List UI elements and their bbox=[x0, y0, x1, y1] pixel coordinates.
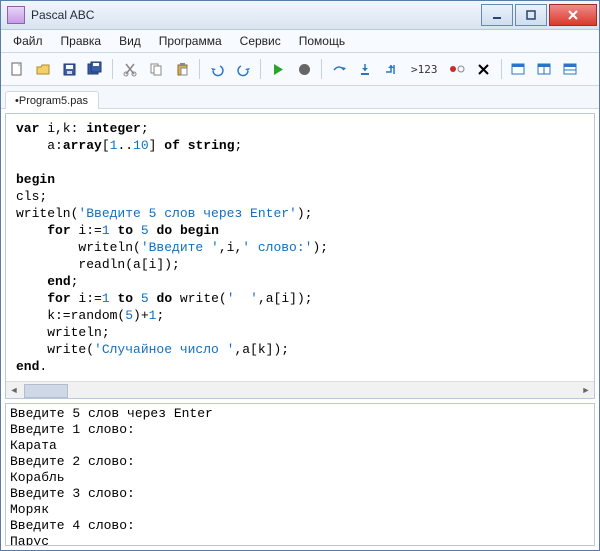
cut-button[interactable] bbox=[118, 57, 142, 81]
menu-bar: Файл Правка Вид Программа Сервис Помощь bbox=[1, 30, 599, 53]
close-button[interactable] bbox=[549, 4, 597, 26]
copy-button[interactable] bbox=[144, 57, 168, 81]
code-editor[interactable]: var i,k: integer; a:array[1..10] of stri… bbox=[6, 114, 594, 381]
horizontal-scrollbar[interactable]: ◄ ► bbox=[6, 381, 594, 398]
toolbar-separator bbox=[199, 59, 200, 79]
client-area: var i,k: integer; a:array[1..10] of stri… bbox=[1, 109, 599, 550]
menu-file[interactable]: Файл bbox=[5, 32, 51, 50]
open-file-button[interactable] bbox=[31, 57, 55, 81]
evaluate-button[interactable]: >123 bbox=[405, 57, 444, 81]
stop-button[interactable] bbox=[292, 57, 316, 81]
window-1-button[interactable] bbox=[507, 57, 531, 81]
app-icon bbox=[7, 6, 25, 24]
clear-breakpoints-button[interactable] bbox=[472, 57, 496, 81]
code-editor-frame: var i,k: integer; a:array[1..10] of stri… bbox=[5, 113, 595, 399]
maximize-button[interactable] bbox=[515, 4, 547, 26]
scroll-track[interactable] bbox=[22, 382, 578, 398]
menu-service[interactable]: Сервис bbox=[232, 32, 289, 50]
tab-bar: •Program5.pas bbox=[1, 86, 599, 109]
run-button[interactable] bbox=[266, 57, 290, 81]
window-title: Pascal ABC bbox=[31, 8, 481, 22]
scroll-left-button[interactable]: ◄ bbox=[6, 382, 22, 398]
toolbar-separator bbox=[321, 59, 322, 79]
title-bar: Pascal ABC bbox=[1, 1, 599, 30]
minimize-button[interactable] bbox=[481, 4, 513, 26]
new-file-button[interactable] bbox=[5, 57, 29, 81]
window-buttons bbox=[481, 4, 597, 26]
redo-button[interactable] bbox=[231, 57, 255, 81]
toolbar-separator bbox=[260, 59, 261, 79]
toolbar-separator bbox=[501, 59, 502, 79]
step-into-button[interactable] bbox=[353, 57, 377, 81]
save-button[interactable] bbox=[57, 57, 81, 81]
scroll-thumb[interactable] bbox=[24, 384, 68, 398]
menu-edit[interactable]: Правка bbox=[53, 32, 110, 50]
menu-help[interactable]: Помощь bbox=[291, 32, 353, 50]
toggle-breakpoint-button[interactable] bbox=[446, 57, 470, 81]
menu-view[interactable]: Вид bbox=[111, 32, 149, 50]
toolbar-separator bbox=[112, 59, 113, 79]
save-all-button[interactable] bbox=[83, 57, 107, 81]
output-console[interactable]: Введите 5 слов через Enter Введите 1 сло… bbox=[5, 403, 595, 546]
window-3-button[interactable] bbox=[559, 57, 583, 81]
paste-button[interactable] bbox=[170, 57, 194, 81]
file-tab[interactable]: •Program5.pas bbox=[5, 91, 99, 109]
window-2-button[interactable] bbox=[533, 57, 557, 81]
step-over-button[interactable] bbox=[327, 57, 351, 81]
scroll-right-button[interactable]: ► bbox=[578, 382, 594, 398]
app-window: Pascal ABC Файл Правка Вид Программа Сер… bbox=[0, 0, 600, 551]
step-out-button[interactable] bbox=[379, 57, 403, 81]
toolbar: >123 bbox=[1, 53, 599, 86]
undo-button[interactable] bbox=[205, 57, 229, 81]
menu-program[interactable]: Программа bbox=[151, 32, 230, 50]
